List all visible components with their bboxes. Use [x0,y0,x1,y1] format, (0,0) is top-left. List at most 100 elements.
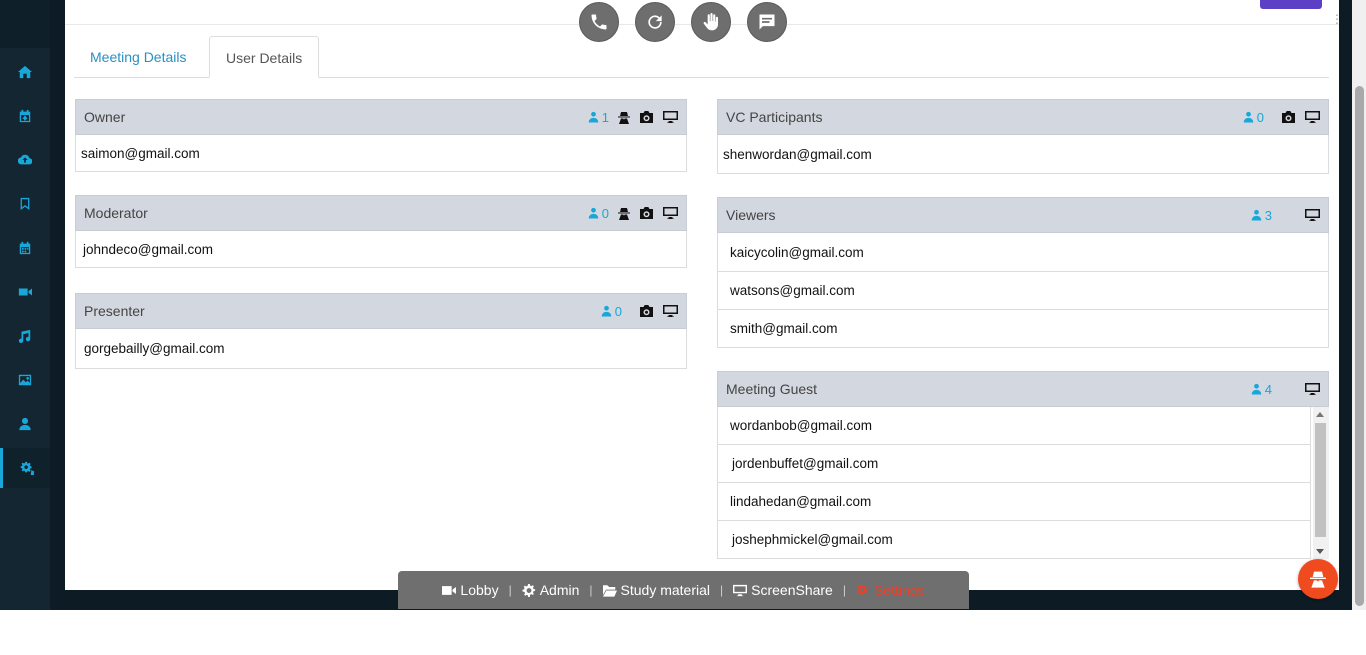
settings-label: Settings [873,582,925,598]
page-scrollbar[interactable] [1352,0,1366,610]
list-item: johndeco@gmail.com [75,231,687,268]
card-title: Viewers [726,207,776,223]
list-item: lindahedan@gmail.com [717,483,1311,521]
music-icon[interactable] [0,316,50,356]
card-header: Meeting Guest 4 [717,371,1329,407]
monitor-icon [733,584,748,596]
monitor-icon[interactable] [1305,208,1320,222]
list-item: gorgebailly@gmail.com [75,329,687,369]
settings-button[interactable]: Settings [846,582,935,598]
count-value: 0 [601,205,609,221]
monitor-icon[interactable] [1305,110,1320,124]
tab-user-details[interactable]: User Details [209,36,320,78]
count-value: 0 [1256,109,1264,125]
admin-button[interactable]: Admin [512,582,590,598]
sidebar-top [0,0,50,48]
bookmark-icon[interactable] [0,184,50,224]
user-icon [1251,383,1262,395]
camera-icon[interactable] [639,304,654,318]
list-item: watsons@gmail.com [717,272,1329,310]
participant-count: 0 [1243,110,1264,125]
calendar-plus-icon[interactable] [0,96,50,136]
user-icon [1243,111,1254,123]
user-icon [588,207,599,219]
monitor-icon[interactable] [663,206,678,220]
user-icon [601,305,612,317]
count-value: 0 [614,303,622,319]
gear-icon [522,583,535,597]
bottom-toolbar: Lobby | Admin | Study material | ScreenS… [398,571,969,609]
study-material-label: Study material [620,582,710,598]
card-title: VC Participants [726,109,823,125]
card-title: Moderator [84,205,148,221]
cloud-upload-icon[interactable] [0,140,50,180]
vc-participants-card: VC Participants 0 shenwordan@gmail.com [717,99,1329,174]
settings-icon [857,584,868,595]
scroll-up-icon[interactable] [1316,412,1324,417]
card-header: VC Participants 0 [717,99,1329,135]
spy-icon[interactable] [1298,559,1338,599]
camera-icon[interactable] [639,110,654,124]
monitor-icon[interactable] [663,110,678,124]
screenshare-button[interactable]: ScreenShare [723,582,843,598]
monitor-icon[interactable] [663,304,678,318]
calendar-icon[interactable] [0,228,50,268]
participant-count: 0 [601,304,622,319]
list-item: joshephmickel@gmail.com [717,521,1311,559]
video-icon [442,585,457,595]
presenter-card: Presenter 0 gorgebailly@gmail.com [75,293,687,369]
video-icon[interactable] [0,272,50,312]
count-value: 3 [1264,207,1272,223]
guest-list[interactable]: wordanbob@gmail.com jordenbuffet@gmail.c… [717,407,1329,559]
scroll-thumb[interactable] [1355,86,1364,606]
sidebar [0,0,50,610]
user-icon[interactable] [0,404,50,444]
home-icon[interactable] [0,52,50,92]
meeting-guest-card: Meeting Guest 4 wordanbob@gmail.com jord… [717,371,1329,559]
list-item: kaicycolin@gmail.com [717,233,1329,272]
moderator-card: Moderator 0 johndeco@gmail.com [75,195,687,268]
list-item: jordenbuffet@gmail.com [717,445,1311,483]
tab-bar: Meeting Details User Details [74,36,1329,78]
list-item: shenwordan@gmail.com [717,135,1329,174]
more-options-icon[interactable]: ⋮ [1331,12,1343,26]
user-icon [1251,209,1262,221]
admin-label: Admin [539,582,580,598]
top-action-button[interactable] [1260,0,1322,9]
viewers-card: Viewers 3 kaicycolin@gmail.com watsons@g… [717,197,1329,348]
participant-count: 4 [1251,382,1272,397]
list-item: wordanbob@gmail.com [717,407,1311,445]
owner-card: Owner 1 saimon@gmail.com [75,99,687,172]
participant-count: 0 [588,206,609,221]
card-header: Presenter 0 [75,293,687,329]
participant-count: 1 [588,110,609,125]
screenshare-label: ScreenShare [751,582,833,598]
study-material-button[interactable]: Study material [593,582,720,598]
list-item: smith@gmail.com [717,310,1329,348]
image-icon[interactable] [0,360,50,400]
tab-meeting-details[interactable]: Meeting Details [74,36,203,78]
card-title: Owner [84,109,126,125]
folder-open-icon [602,584,617,597]
scroll-thumb[interactable] [1315,423,1326,537]
count-value: 4 [1264,381,1272,397]
card-header: Viewers 3 [717,197,1329,233]
count-value: 1 [601,109,609,125]
lobby-button[interactable]: Lobby [432,582,508,598]
camera-icon[interactable] [1281,110,1296,124]
app-root: ⋮ Meeting Details User Details Owner 1 s… [0,0,1366,655]
lobby-label: Lobby [460,582,499,598]
spy-icon[interactable] [618,207,630,220]
monitor-icon[interactable] [1305,382,1320,396]
user-icon [588,111,599,123]
list-scrollbar[interactable] [1313,407,1329,559]
card-header: Owner 1 [75,99,687,135]
card-title: Presenter [84,303,145,319]
scroll-down-icon[interactable] [1316,549,1324,554]
card-header: Moderator 0 [75,195,687,231]
settings-icon[interactable] [0,448,50,488]
camera-icon[interactable] [639,206,654,220]
spy-icon[interactable] [618,111,630,124]
list-item: saimon@gmail.com [75,135,687,172]
participant-count: 3 [1251,208,1272,223]
